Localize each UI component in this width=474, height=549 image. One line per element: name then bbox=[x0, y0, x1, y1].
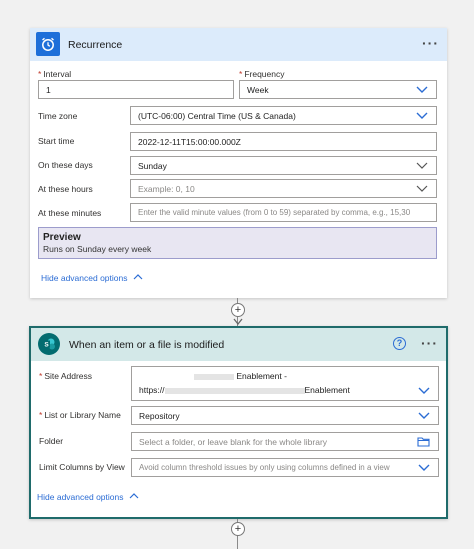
arrow-down-icon bbox=[233, 318, 243, 326]
limit-columns-label: Limit Columns by View bbox=[39, 462, 125, 472]
add-step-button[interactable]: + bbox=[231, 522, 245, 536]
sharepoint-trigger-card: S When an item or a file is modified ? ·… bbox=[29, 326, 448, 519]
limit-columns-select[interactable]: Avoid column threshold issues by only us… bbox=[131, 458, 439, 477]
recurrence-title: Recurrence bbox=[68, 38, 123, 51]
help-icon[interactable]: ? bbox=[393, 337, 406, 350]
chevron-down-icon bbox=[416, 86, 428, 93]
chevron-down-icon bbox=[416, 185, 428, 192]
recurrence-card: Recurrence ··· * Interval 1 * Frequency We… bbox=[30, 28, 447, 298]
frequency-label: * Frequency bbox=[239, 69, 285, 79]
alarm-clock-icon bbox=[36, 32, 60, 56]
time-zone-select[interactable]: (UTC-06:00) Central Time (US & Canada) bbox=[130, 106, 437, 125]
sharepoint-icon: S bbox=[38, 333, 60, 355]
chevron-down-icon bbox=[418, 412, 430, 419]
redacted-text bbox=[164, 387, 305, 394]
sharepoint-header[interactable]: S When an item or a file is modified ? ·… bbox=[31, 328, 446, 361]
site-address-label: * Site Address bbox=[39, 371, 93, 381]
add-step-button[interactable]: + bbox=[231, 303, 245, 317]
chevron-down-icon bbox=[418, 387, 430, 394]
folder-icon[interactable] bbox=[417, 436, 430, 447]
folder-input[interactable]: Select a folder, or leave blank for the … bbox=[131, 432, 439, 451]
svg-text:S: S bbox=[44, 341, 49, 348]
at-these-hours-label: At these hours bbox=[38, 184, 93, 194]
interval-label: * Interval bbox=[38, 69, 72, 79]
preview-box: Preview Runs on Sunday every week bbox=[38, 227, 437, 259]
recurrence-menu-button[interactable]: ··· bbox=[422, 36, 439, 50]
hide-advanced-options-link[interactable]: Hide advanced options bbox=[41, 273, 143, 283]
start-time-input[interactable]: 2022-12-11T15:00:00.000Z bbox=[130, 132, 437, 151]
recurrence-header[interactable]: Recurrence ··· bbox=[30, 28, 447, 61]
chevron-up-icon bbox=[133, 274, 143, 280]
sharepoint-title: When an item or a file is modified bbox=[69, 338, 225, 351]
list-or-library-label: * List or Library Name bbox=[39, 410, 121, 420]
at-these-minutes-input[interactable]: Enter the valid minute values (from 0 to… bbox=[130, 203, 437, 222]
site-address-select[interactable]: Enablement - https://Enablement bbox=[131, 366, 439, 401]
list-or-library-select[interactable]: Repository bbox=[131, 406, 439, 425]
hide-advanced-options-link[interactable]: Hide advanced options bbox=[37, 492, 139, 502]
chevron-down-icon bbox=[416, 162, 428, 169]
redacted-text bbox=[194, 373, 234, 380]
preview-text: Runs on Sunday every week bbox=[43, 244, 152, 254]
time-zone-label: Time zone bbox=[38, 111, 78, 121]
on-these-days-label: On these days bbox=[38, 160, 93, 170]
sharepoint-menu-button[interactable]: ··· bbox=[421, 336, 438, 350]
folder-label: Folder bbox=[39, 436, 64, 446]
on-these-days-select[interactable]: Sunday bbox=[130, 156, 437, 175]
at-these-minutes-label: At these minutes bbox=[38, 208, 102, 218]
at-these-hours-select[interactable]: Example: 0, 10 bbox=[130, 179, 437, 198]
chevron-up-icon bbox=[129, 493, 139, 499]
start-time-label: Start time bbox=[38, 136, 75, 146]
frequency-select[interactable]: Week bbox=[239, 80, 437, 99]
chevron-down-icon bbox=[416, 112, 428, 119]
interval-input[interactable]: 1 bbox=[38, 80, 234, 99]
chevron-down-icon bbox=[418, 464, 430, 471]
preview-title: Preview bbox=[43, 232, 81, 243]
